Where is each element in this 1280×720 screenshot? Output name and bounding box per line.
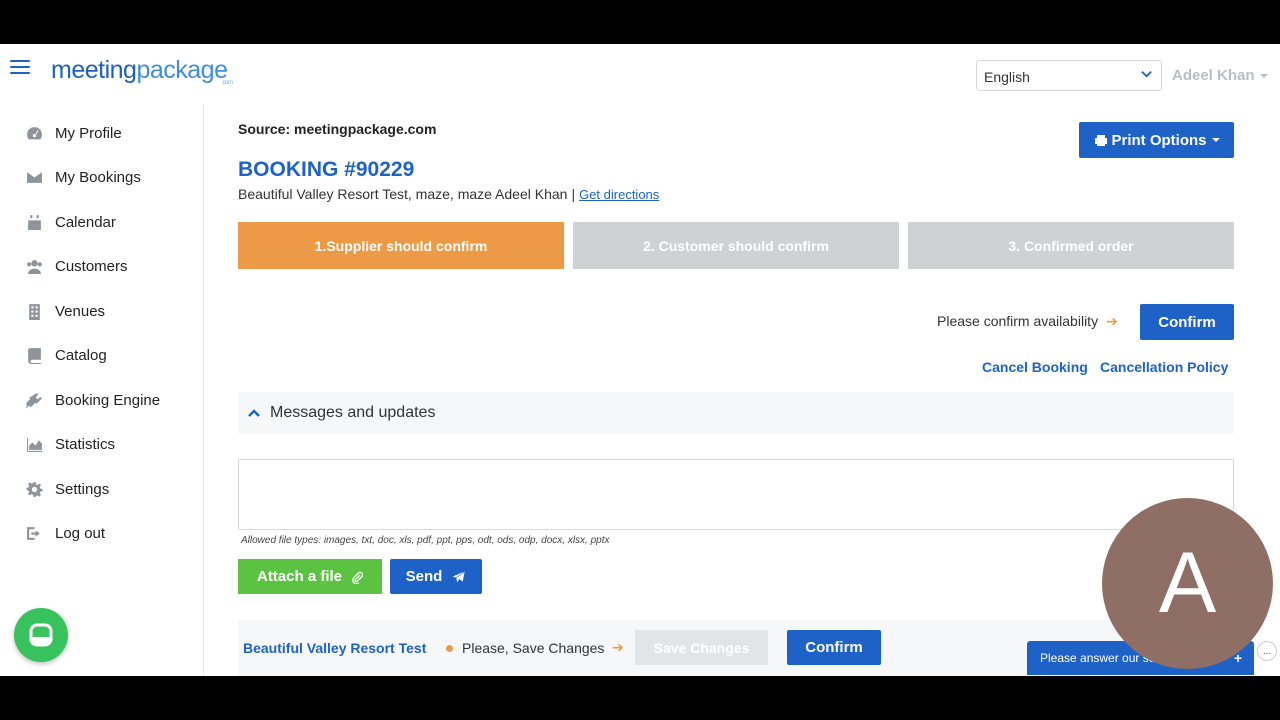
message-input[interactable] bbox=[238, 459, 1234, 530]
sidebar-item-my-bookings[interactable]: My Bookings bbox=[24, 165, 141, 189]
chevron-up-icon bbox=[248, 409, 260, 417]
confirm-availability-button[interactable]: Confirm bbox=[1140, 304, 1234, 340]
area-chart-icon bbox=[24, 435, 44, 453]
sidebar-item-label: Statistics bbox=[55, 435, 116, 453]
paperclip-icon bbox=[352, 571, 364, 584]
sidebar-item-booking-engine[interactable]: Booking Engine bbox=[24, 388, 160, 412]
step-supplier-confirm: 1.Supplier should confirm bbox=[238, 222, 564, 269]
gear-icon bbox=[24, 480, 44, 498]
sidebar-item-venues[interactable]: Venues bbox=[24, 299, 105, 323]
sidebar-item-label: Booking Engine bbox=[55, 391, 161, 409]
chevron-down-icon bbox=[1141, 71, 1152, 78]
sidebar-item-calendar[interactable]: Calendar bbox=[24, 210, 116, 234]
save-changes-button[interactable]: Save Changes bbox=[635, 630, 768, 665]
sidebar: My Profile My Bookings Calendar Customer… bbox=[0, 104, 204, 676]
cancellation-policy-link[interactable]: Cancellation Policy bbox=[1100, 359, 1228, 375]
app-window: meetingpackage.com English Adeel Khan My… bbox=[0, 44, 1280, 676]
plug-icon bbox=[24, 391, 44, 409]
save-prompt-text: Please, Save Changes bbox=[462, 640, 605, 656]
attach-file-button[interactable]: Attach a file bbox=[238, 559, 382, 594]
send-label: Send bbox=[405, 568, 443, 585]
messages-section-title: Messages and updates bbox=[270, 404, 436, 421]
allowed-file-types: Allowed file types: images, txt, doc, xl… bbox=[241, 535, 610, 546]
user-name: Adeel Khan bbox=[1172, 67, 1255, 84]
envelope-icon bbox=[24, 168, 44, 186]
chat-widget-button[interactable] bbox=[14, 608, 68, 662]
sidebar-item-log-out[interactable]: Log out bbox=[24, 521, 105, 545]
attach-file-label: Attach a file bbox=[256, 568, 343, 585]
sidebar-item-catalog[interactable]: Catalog bbox=[24, 343, 107, 367]
chat-icon bbox=[29, 623, 53, 647]
paper-plane-icon bbox=[451, 570, 466, 584]
logo[interactable]: meetingpackage.com bbox=[51, 56, 233, 86]
printer-icon bbox=[1094, 134, 1107, 146]
calendar-icon bbox=[24, 213, 44, 231]
print-options-label: Print Options bbox=[1111, 131, 1207, 149]
building-icon bbox=[24, 302, 44, 320]
messages-section-toggle[interactable]: Messages and updates bbox=[238, 392, 1234, 434]
arrow-right-icon: ➔ bbox=[1106, 313, 1118, 329]
sidebar-item-label: My Bookings bbox=[55, 168, 141, 186]
sidebar-item-label: Calendar bbox=[55, 213, 116, 231]
book-icon bbox=[24, 346, 44, 364]
sidebar-item-label: Catalog bbox=[55, 346, 107, 364]
send-message-button[interactable]: Send bbox=[390, 559, 482, 594]
step-customer-confirm: 2. Customer should confirm bbox=[573, 222, 899, 269]
availability-text: Please confirm availability bbox=[937, 313, 1099, 329]
sidebar-item-label: Venues bbox=[55, 302, 106, 320]
sidebar-item-statistics[interactable]: Statistics bbox=[24, 432, 115, 456]
sidebar-item-label: Settings bbox=[55, 480, 110, 498]
booking-source: Source: meetingpackage.com bbox=[238, 121, 437, 137]
print-options-button[interactable]: Print Options bbox=[1079, 122, 1234, 158]
status-dot bbox=[446, 645, 453, 652]
presenter-avatar: A bbox=[1102, 498, 1273, 669]
more-options-icon[interactable]: ... bbox=[1257, 641, 1277, 661]
availability-prompt: Please confirm availability ➔ bbox=[937, 313, 1118, 330]
separator: | bbox=[571, 186, 576, 202]
sidebar-item-customers[interactable]: Customers bbox=[24, 254, 128, 278]
language-select[interactable]: English bbox=[976, 60, 1162, 91]
sign-out-icon bbox=[24, 524, 44, 542]
sidebar-item-label: Log out bbox=[55, 524, 106, 542]
get-directions-link[interactable]: Get directions bbox=[579, 187, 659, 202]
booking-title: BOOKING #90229 bbox=[238, 158, 415, 181]
sidebar-item-my-profile[interactable]: My Profile bbox=[24, 121, 122, 145]
caret-down-icon bbox=[1211, 138, 1220, 142]
footer-venue-name[interactable]: Beautiful Valley Resort Test bbox=[243, 640, 426, 656]
arrow-right-icon: ➔ bbox=[612, 639, 624, 655]
booking-subtitle: Beautiful Valley Resort Test, maze, maze… bbox=[238, 186, 659, 202]
cancel-booking-link[interactable]: Cancel Booking bbox=[982, 359, 1088, 375]
users-icon bbox=[24, 257, 44, 275]
sidebar-item-settings[interactable]: Settings bbox=[24, 477, 109, 501]
sidebar-item-label: My Profile bbox=[55, 124, 122, 142]
step-confirmed-order: 3. Confirmed order bbox=[908, 222, 1234, 269]
language-value: English bbox=[984, 69, 1030, 85]
user-menu[interactable]: Adeel Khan bbox=[1172, 67, 1268, 84]
hamburger-menu-icon[interactable] bbox=[10, 60, 30, 76]
sidebar-item-label: Customers bbox=[55, 257, 128, 275]
booking-venue-details: Beautiful Valley Resort Test, maze, maze… bbox=[238, 186, 568, 202]
confirm-button[interactable]: Confirm bbox=[787, 630, 881, 665]
dashboard-icon bbox=[24, 124, 44, 142]
caret-down-icon bbox=[1259, 74, 1268, 79]
